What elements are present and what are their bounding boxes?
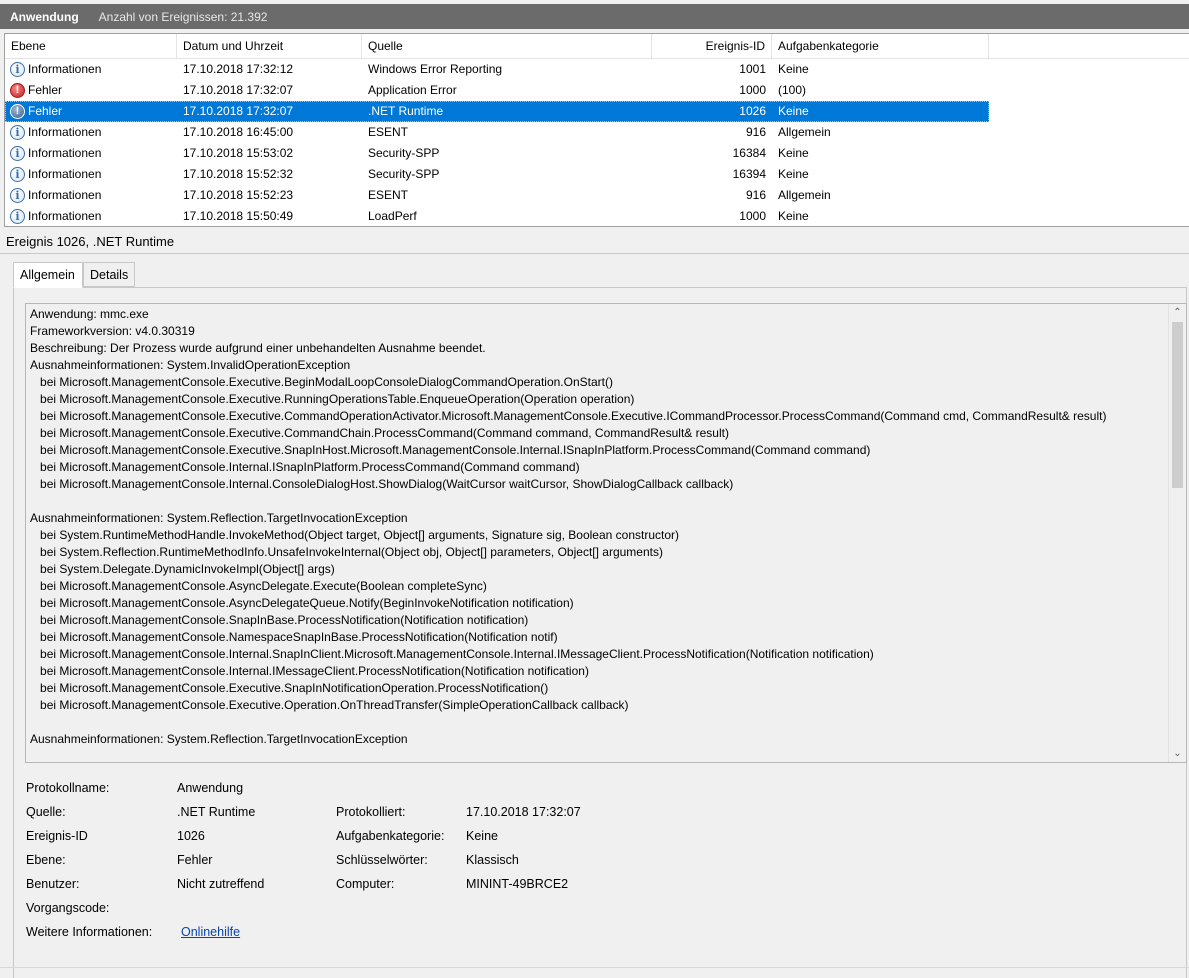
error-icon: ! xyxy=(10,104,25,119)
table-row[interactable]: i Informationen 17.10.2018 15:53:02 Securit… xyxy=(5,143,1189,164)
info-icon: i xyxy=(10,188,25,203)
cell-category: (100) xyxy=(778,83,807,97)
cell-level: Informationen xyxy=(28,167,102,181)
table-row[interactable]: i Informationen 17.10.2018 17:32:12 Windows… xyxy=(5,59,1189,80)
cell-category: Keine xyxy=(778,167,809,181)
label-computer: Computer: xyxy=(336,877,395,891)
table-row[interactable]: i Informationen 17.10.2018 15:50:49 LoadPer… xyxy=(5,206,1189,226)
column-header-row: Ebene Datum und Uhrzeit Quelle Ereignis-… xyxy=(5,34,1189,59)
info-icon: i xyxy=(10,167,25,182)
column-header-aufgabenkategorie[interactable]: Aufgabenkategorie xyxy=(772,34,989,58)
column-header-datum[interactable]: Datum und Uhrzeit xyxy=(177,34,362,58)
cell-event-id: 916 xyxy=(745,125,766,139)
event-description-box[interactable]: Anwendung: mmc.exe Frameworkversion: v4.… xyxy=(25,303,1187,763)
label-weitere-informationen: Weitere Informationen: xyxy=(26,925,153,939)
cell-level: Informationen xyxy=(28,209,102,223)
cell-datetime: 17.10.2018 17:32:07 xyxy=(183,104,294,118)
event-list[interactable]: Ebene Datum und Uhrzeit Quelle Ereignis-… xyxy=(4,33,1189,227)
value-ebene: Fehler xyxy=(177,853,213,867)
cell-event-id: 1026 xyxy=(739,104,766,118)
cell-category: Keine xyxy=(778,209,809,223)
scroll-thumb[interactable] xyxy=(1172,322,1183,488)
label-aufgabenkategorie: Aufgabenkategorie: xyxy=(336,829,445,843)
table-row[interactable]: ! Fehler 17.10.2018 17:32:07 Application Er… xyxy=(5,80,1189,101)
info-icon: i xyxy=(10,146,25,161)
cell-datetime: 17.10.2018 16:45:00 xyxy=(183,125,294,139)
value-protokolliert: 17.10.2018 17:32:07 xyxy=(466,805,581,819)
cell-category: Keine xyxy=(778,104,809,118)
scroll-down-icon[interactable]: ⌄ xyxy=(1169,745,1186,762)
cell-datetime: 17.10.2018 15:53:02 xyxy=(183,146,294,160)
error-icon: ! xyxy=(10,83,25,98)
scroll-up-icon[interactable]: ⌃ xyxy=(1169,304,1186,321)
info-icon: i xyxy=(10,62,25,77)
tab-details[interactable]: Details xyxy=(83,262,135,287)
table-row[interactable]: i Informationen 17.10.2018 15:52:23 ESENT 91… xyxy=(5,185,1189,206)
label-quelle: Quelle: xyxy=(26,805,66,819)
cell-event-id: 16384 xyxy=(732,146,766,160)
cell-category: Allgemein xyxy=(778,188,831,202)
column-header-ebene[interactable]: Ebene xyxy=(5,34,177,58)
cell-category: Keine xyxy=(778,146,809,160)
log-name: Anwendung xyxy=(10,9,79,24)
cell-source: Application Error xyxy=(368,83,457,97)
value-schluesselwoerter: Klassisch xyxy=(466,853,519,867)
label-benutzer: Benutzer: xyxy=(26,877,80,891)
cell-category: Keine xyxy=(778,62,809,76)
value-benutzer: Nicht zutreffend xyxy=(177,877,265,891)
cell-datetime: 17.10.2018 17:32:12 xyxy=(183,62,294,76)
description-scrollbar[interactable]: ⌃ ⌄ xyxy=(1168,304,1186,762)
cell-datetime: 17.10.2018 15:52:32 xyxy=(183,167,294,181)
cell-level: Informationen xyxy=(28,62,102,76)
cell-level: Informationen xyxy=(28,188,102,202)
cell-source: Security-SPP xyxy=(368,167,440,181)
cell-event-id: 1001 xyxy=(739,62,766,76)
event-description-text[interactable]: Anwendung: mmc.exe Frameworkversion: v4.… xyxy=(30,306,1162,748)
cell-datetime: 17.10.2018 15:52:23 xyxy=(183,188,294,202)
value-protokollname: Anwendung xyxy=(177,781,244,795)
cell-source: .NET Runtime xyxy=(368,104,444,118)
cell-event-id: 916 xyxy=(745,188,766,202)
table-row[interactable]: i Informationen 17.10.2018 15:52:32 Securit… xyxy=(5,164,1189,185)
label-schluesselwoerter: Schlüsselwörter: xyxy=(336,853,428,867)
cell-category: Allgemein xyxy=(778,125,831,139)
info-icon: i xyxy=(10,209,25,224)
cell-datetime: 17.10.2018 15:50:49 xyxy=(183,209,294,223)
column-header-ereignis-id[interactable]: Ereignis-ID xyxy=(652,34,772,58)
event-count: Anzahl von Ereignissen: 21.392 xyxy=(98,9,268,24)
value-quelle: .NET Runtime xyxy=(177,805,256,819)
cell-level: Fehler xyxy=(28,104,63,118)
column-header-quelle[interactable]: Quelle xyxy=(362,34,652,58)
cell-event-id: 1000 xyxy=(739,83,766,97)
cell-source: Windows Error Reporting xyxy=(368,62,503,76)
value-ereignis-id: 1026 xyxy=(177,829,205,843)
label-vorgangscode: Vorgangscode: xyxy=(26,901,110,915)
cell-level: Fehler xyxy=(28,83,63,97)
cell-event-id: 16394 xyxy=(732,167,766,181)
onlinehilfe-link[interactable]: Onlinehilfe xyxy=(181,925,240,939)
cell-event-id: 1000 xyxy=(739,209,766,223)
cell-source: LoadPerf xyxy=(368,209,417,223)
cell-level: Informationen xyxy=(28,146,102,160)
selection-highlight xyxy=(5,101,989,122)
label-protokolliert: Protokolliert: xyxy=(336,805,406,819)
label-ereignis-id: Ereignis-ID xyxy=(26,829,88,843)
tab-allgemein[interactable]: Allgemein xyxy=(13,262,83,288)
log-header-bar: Anwendung Anzahl von Ereignissen: 21.392 xyxy=(0,4,1189,29)
cell-datetime: 17.10.2018 17:32:07 xyxy=(183,83,294,97)
cell-source: Security-SPP xyxy=(368,146,440,160)
event-detail-title: Ereignis 1026, .NET Runtime xyxy=(0,230,1189,254)
cell-level: Informationen xyxy=(28,125,102,139)
cell-source: ESENT xyxy=(368,125,409,139)
bottom-divider xyxy=(0,967,1189,968)
value-computer: MININT-49BRCE2 xyxy=(466,877,569,891)
table-row[interactable]: i Informationen 17.10.2018 16:45:00 ESENT 91… xyxy=(5,122,1189,143)
info-icon: i xyxy=(10,125,25,140)
label-protokollname: Protokollname: xyxy=(26,781,110,795)
cell-source: ESENT xyxy=(368,188,409,202)
value-aufgabenkategorie: Keine xyxy=(466,829,498,843)
table-row[interactable]: ! Fehler 17.10.2018 17:32:07 .NET Runtime 10… xyxy=(5,101,1189,122)
label-ebene: Ebene: xyxy=(26,853,66,867)
